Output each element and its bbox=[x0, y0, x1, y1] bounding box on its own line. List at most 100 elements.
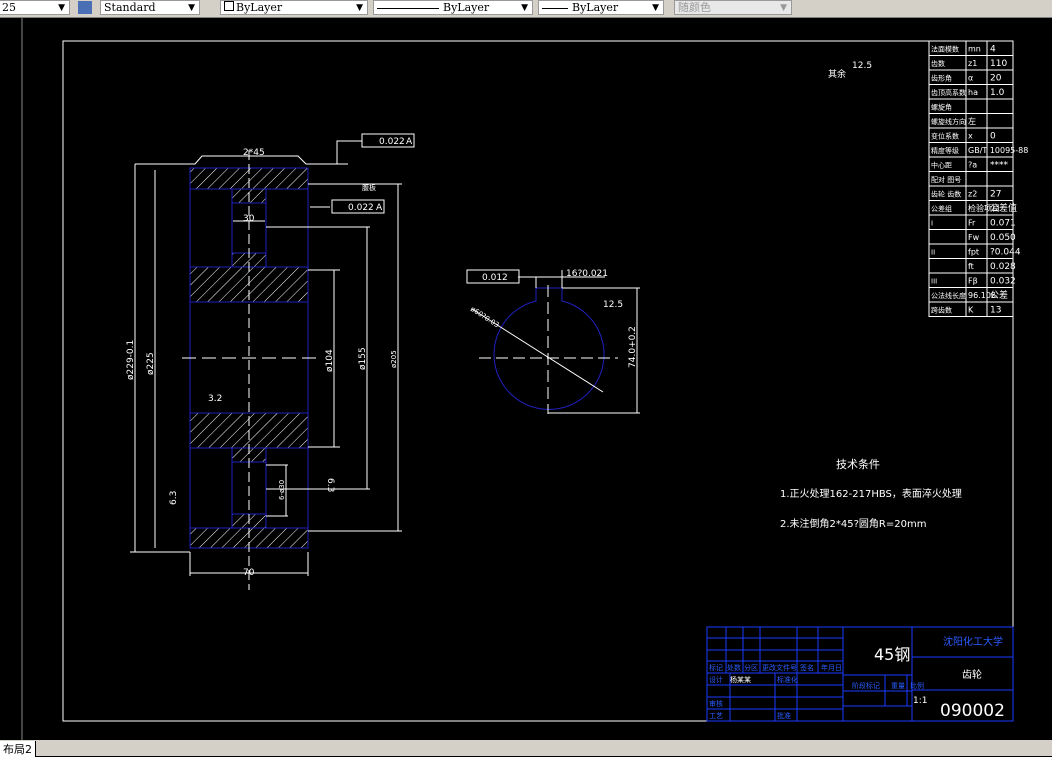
tb-standard: 标准化 bbox=[777, 675, 798, 684]
table-cell: 变位系数 bbox=[931, 132, 959, 141]
line-sample-icon bbox=[377, 7, 439, 9]
table-cell: 齿数 bbox=[931, 59, 945, 68]
table-cell: 0.028 bbox=[990, 262, 1016, 272]
table-cell: 螺旋角 bbox=[931, 103, 952, 112]
table-cell: **** bbox=[990, 161, 1009, 171]
roughness-6-3: 6.3 bbox=[325, 478, 335, 492]
tb-approve: 批准 bbox=[777, 711, 791, 720]
roughness-12-5: 12.5 bbox=[852, 61, 872, 71]
table-cell: 公差值 bbox=[990, 202, 1017, 214]
table-cell: Fβ bbox=[968, 277, 978, 286]
keyway-width: 16?0.021 bbox=[566, 269, 608, 279]
tb-count: 处数 bbox=[727, 663, 741, 672]
datum-label: A bbox=[376, 203, 383, 213]
lineweight-scale-combo[interactable]: 25 ▼ bbox=[0, 0, 70, 15]
table-cell: 配对 图号 bbox=[931, 175, 961, 184]
runout-tolerance-1: 0.022 bbox=[379, 137, 405, 147]
runout-tolerance-2: 0.022 bbox=[348, 203, 374, 213]
datum-label: A bbox=[406, 137, 413, 147]
other-roughness-label: 其余 bbox=[828, 68, 846, 80]
table-cell: Fr bbox=[968, 219, 976, 228]
table-cell: 0.050 bbox=[990, 233, 1016, 243]
chevron-down-icon: ▼ bbox=[652, 3, 659, 13]
tb-school: 沈阳化工大学 bbox=[943, 635, 1003, 648]
tb-weight: 重量 bbox=[891, 682, 905, 690]
table-cell: 中心距 bbox=[931, 161, 952, 170]
table-cell: mn bbox=[968, 45, 981, 54]
gear-parameter-table: 法面模数 mn 4 齿数 z1 110 齿形角 α 20 齿顶高系数 ha 1.0 螺旋角螺旋线方向 左变… bbox=[928, 40, 1028, 317]
gear-end-view: 0.012 16?0.021 ø60?0.03 74.0+0.2 12.5 bbox=[466, 269, 640, 414]
linetype-combo[interactable]: ByLayer ▼ bbox=[373, 0, 533, 15]
table-cell: GB/T 10095-88 bbox=[968, 146, 1028, 155]
text-style-icon[interactable] bbox=[78, 1, 92, 14]
line-sample-icon bbox=[542, 7, 568, 9]
combo-value: ByLayer bbox=[443, 1, 490, 14]
dim-30: 30 bbox=[243, 214, 255, 224]
tb-number: 090002 bbox=[940, 701, 1005, 721]
color-swatch-icon bbox=[224, 1, 234, 11]
table-cell: 1.0 bbox=[990, 88, 1005, 98]
chamfer-label: 2*45 bbox=[243, 148, 265, 158]
table-cell: ?a bbox=[968, 161, 977, 170]
table-cell: 公法线长度 bbox=[931, 291, 966, 300]
table-cell: ft bbox=[968, 262, 974, 271]
layer-combo[interactable]: ByLayer ▼ bbox=[220, 0, 368, 15]
tb-designer: 杨某某 bbox=[730, 675, 751, 684]
tech-line-1: 1.正火处理162-217HBS，表面淬火处理 bbox=[780, 487, 962, 500]
roughness-3-2: 3.2 bbox=[208, 394, 222, 404]
combo-value: ByLayer bbox=[236, 1, 283, 14]
symmetry-tolerance: 0.012 bbox=[482, 273, 508, 283]
table-cell: 4 bbox=[990, 45, 996, 55]
table-cell: 27 bbox=[990, 190, 1001, 200]
table-cell: 公差组 bbox=[931, 204, 952, 213]
table-cell: x bbox=[968, 132, 973, 141]
properties-toolbar: 25 ▼ Standard ▼ ByLayer ▼ ByLayer ▼ ByLayer ▼… bbox=[0, 0, 1052, 18]
table-cell: z2 bbox=[968, 190, 977, 199]
table-cell: 13 bbox=[990, 306, 1001, 316]
combo-value: 25 bbox=[2, 1, 16, 14]
tb-review: 审核 bbox=[709, 699, 723, 708]
table-cell: fpt bbox=[968, 248, 979, 257]
tab-layout2[interactable]: 布局2 bbox=[0, 741, 36, 757]
table-cell: 法面模数 bbox=[931, 45, 959, 54]
table-cell: II bbox=[931, 249, 935, 257]
table-cell: III bbox=[931, 278, 937, 286]
title-block: 标记 处数 分区 更改文件号 签名 年月日 设计 标准化 审核 工艺 批准 阶段… bbox=[706, 626, 1014, 722]
tb-sign: 签名 bbox=[800, 663, 814, 672]
table-cell: 0.071 bbox=[990, 219, 1016, 229]
table-cell: 公差 bbox=[990, 289, 1008, 301]
tb-process: 工艺 bbox=[709, 712, 723, 720]
table-cell: I bbox=[931, 220, 933, 228]
tb-design: 设计 bbox=[709, 675, 723, 684]
dim-225: ø225 bbox=[146, 352, 156, 375]
tb-scale-label: 比例 bbox=[910, 681, 924, 690]
chevron-down-icon: ▼ bbox=[356, 3, 363, 13]
table-cell: 20 bbox=[990, 74, 1002, 84]
dim-70: 70 bbox=[243, 568, 255, 578]
chevron-down-icon: ▼ bbox=[188, 3, 195, 13]
table-cell: 齿顶高系数 bbox=[931, 88, 966, 97]
combo-value: Standard bbox=[104, 1, 156, 14]
chevron-down-icon: ▼ bbox=[780, 3, 787, 13]
lineweight-combo[interactable]: ByLayer ▼ bbox=[538, 0, 664, 15]
drawing-canvas[interactable]: 2*45 0.022 A 0.022 A 腹板 30 70 ø229-0.1 ø22… bbox=[0, 18, 1052, 740]
bore-diameter: ø60?0.03 bbox=[469, 305, 501, 329]
web-label: 腹板 bbox=[362, 183, 376, 192]
plot-style-combo[interactable]: 随颜色 ▼ bbox=[674, 0, 792, 15]
tb-scale: 1:1 bbox=[913, 696, 927, 706]
table-cell: 精度等级 bbox=[931, 146, 959, 155]
table-cell: 0 bbox=[990, 132, 996, 142]
layout-tabs-bar: 布局2 bbox=[0, 740, 1052, 757]
dim-holes: 6-ø30 bbox=[278, 480, 286, 500]
tech-line-2: 2.未注倒角2*45?圆角R=20mm bbox=[780, 517, 926, 530]
tb-part: 齿轮 bbox=[962, 668, 982, 681]
tb-stage: 阶段标记 bbox=[852, 681, 880, 690]
table-cell: 跨齿数 bbox=[931, 306, 952, 315]
table-cell: 齿形角 bbox=[931, 74, 952, 83]
roughness-12-5: 12.5 bbox=[603, 300, 623, 310]
dim-205: ø205 bbox=[390, 350, 398, 368]
tb-date: 年月日 bbox=[821, 663, 842, 672]
table-cell: ha bbox=[968, 88, 978, 97]
roughness-6-3: 6.3 bbox=[169, 491, 179, 505]
text-style-combo[interactable]: Standard ▼ bbox=[100, 0, 200, 15]
